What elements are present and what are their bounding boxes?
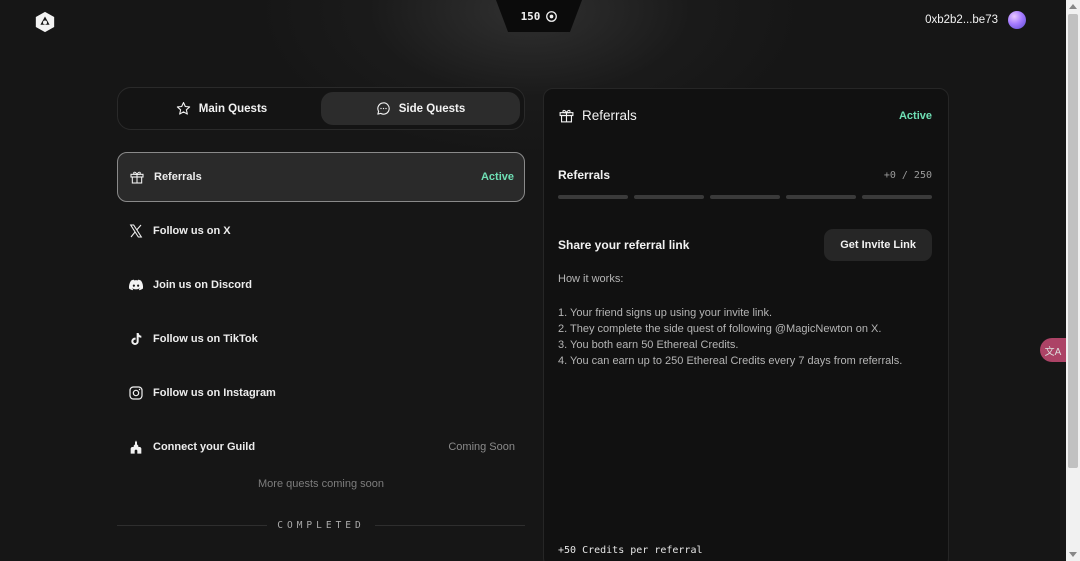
progress-segment bbox=[558, 195, 628, 199]
more-quests-note: More quests coming soon bbox=[258, 478, 384, 490]
tab-main-quests-label: Main Quests bbox=[198, 102, 268, 115]
progress-segment bbox=[786, 195, 856, 199]
quest-label: Follow us on TikTok bbox=[153, 333, 258, 345]
side-quest-list: Referrals Active Follow us on X Join us … bbox=[117, 152, 525, 476]
scrollbar-thumb[interactable] bbox=[1068, 14, 1078, 468]
castle-icon bbox=[130, 440, 141, 454]
quest-detail-panel: Referrals Active Referrals +0 / 250 Shar… bbox=[543, 88, 949, 561]
credits-per-referral-note: +50 Credits per referral bbox=[558, 545, 703, 556]
wallet-button[interactable]: 0xb2b2...be73 bbox=[925, 11, 1026, 29]
wallet-address: 0xb2b2...be73 bbox=[925, 14, 998, 26]
gift-icon bbox=[129, 171, 144, 184]
panel-status-badge: Active bbox=[898, 109, 932, 122]
x-logo-icon bbox=[129, 224, 142, 238]
completed-section-divider: COMPLETED bbox=[117, 518, 526, 532]
share-referral-row: Share your referral link Get Invite Link bbox=[558, 229, 932, 261]
credits-value: 150 bbox=[520, 9, 541, 23]
translate-icon[interactable]: 文A bbox=[1040, 338, 1066, 362]
progress-segment bbox=[710, 195, 780, 199]
quest-label: Follow us on X bbox=[153, 225, 231, 237]
star-icon bbox=[176, 102, 190, 115]
how-it-works-steps: 1. Your friend signs up using your invit… bbox=[558, 305, 938, 369]
progress-label: Referrals bbox=[558, 168, 611, 182]
quest-item-discord[interactable]: Join us on Discord bbox=[117, 260, 525, 310]
quest-item-referrals[interactable]: Referrals Active bbox=[117, 152, 525, 202]
tab-side-quests[interactable]: Side Quests bbox=[321, 92, 520, 125]
quest-status-badge: Active bbox=[480, 171, 514, 183]
completed-heading: COMPLETED bbox=[277, 519, 365, 531]
quest-item-instagram[interactable]: Follow us on Instagram bbox=[117, 368, 525, 418]
instagram-icon bbox=[128, 386, 143, 400]
list-item: 3. You both earn 50 Ethereal Credits. bbox=[558, 339, 739, 351]
discord-icon bbox=[128, 279, 143, 291]
how-it-works-label: How it works: bbox=[558, 273, 624, 285]
quest-tabs: Main Quests Side Quests bbox=[117, 87, 525, 130]
progress-segment bbox=[862, 195, 932, 199]
referral-progress-header: Referrals +0 / 250 bbox=[558, 168, 932, 182]
progress-count: +0 / 250 bbox=[883, 169, 932, 181]
scroll-down-icon[interactable] bbox=[1069, 552, 1077, 557]
list-item: 2. They complete the side quest of follo… bbox=[558, 323, 882, 335]
tab-main-quests[interactable]: Main Quests bbox=[122, 92, 321, 125]
quest-label: Connect your Guild bbox=[153, 441, 256, 453]
get-invite-link-button[interactable]: Get Invite Link bbox=[824, 229, 932, 261]
quest-label: Referrals bbox=[154, 171, 202, 183]
progress-segment bbox=[634, 195, 704, 199]
list-item: 1. Your friend signs up using your invit… bbox=[558, 307, 773, 319]
divider-line bbox=[117, 524, 268, 526]
divider-line bbox=[374, 524, 526, 526]
list-item: 4. You can earn up to 250 Ethereal Credi… bbox=[558, 355, 903, 367]
credits-balance[interactable]: 150 bbox=[496, 0, 582, 32]
share-title: Share your referral link bbox=[558, 238, 690, 252]
panel-title: Referrals bbox=[582, 108, 637, 123]
quest-label: Follow us on Instagram bbox=[153, 387, 276, 399]
scroll-up-icon[interactable] bbox=[1069, 4, 1077, 9]
chat-bubble-icon bbox=[377, 102, 390, 115]
tab-side-quests-label: Side Quests bbox=[398, 102, 466, 115]
gift-icon bbox=[559, 109, 574, 123]
credit-coin-icon bbox=[546, 10, 558, 22]
quest-label: Join us on Discord bbox=[153, 279, 253, 291]
avatar bbox=[1008, 11, 1026, 29]
referral-progress-bar bbox=[558, 195, 932, 199]
panel-header: Referrals Active bbox=[558, 107, 932, 124]
app-logo-icon[interactable] bbox=[34, 11, 56, 33]
quest-item-guild[interactable]: Connect your Guild Coming Soon bbox=[117, 422, 525, 472]
tiktok-icon bbox=[130, 333, 141, 345]
page-scrollbar[interactable] bbox=[1066, 0, 1080, 561]
quest-item-tiktok[interactable]: Follow us on TikTok bbox=[117, 314, 525, 364]
quest-item-follow-x[interactable]: Follow us on X bbox=[117, 206, 525, 256]
quest-status-badge: Coming Soon bbox=[448, 441, 515, 453]
